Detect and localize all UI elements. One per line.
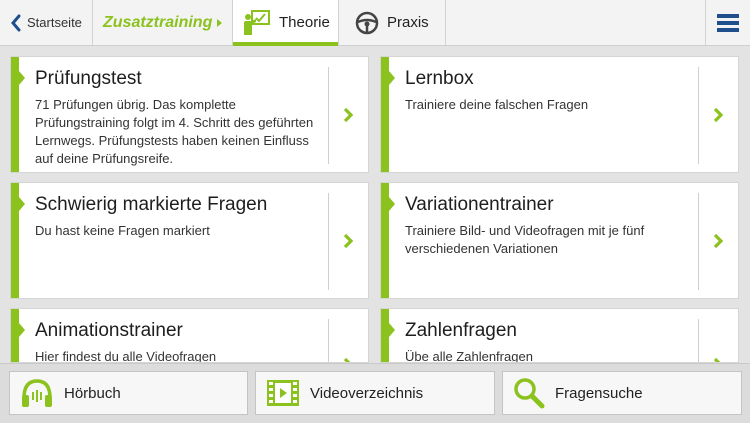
card-description: Übe alle Zahlenfragen — [405, 349, 533, 363]
top-navigation-bar: Startseite Zusatztraining Theorie Praxis — [0, 0, 750, 46]
card-animationstrainer[interactable]: Animationstrainer Hier findest du alle V… — [10, 308, 369, 363]
video-directory-button[interactable]: Videoverzeichnis — [255, 371, 495, 415]
bottom-toolbar: Hörbuch Videoverzeichnis Fragensuche — [0, 363, 750, 423]
card-accent-bar — [381, 57, 389, 172]
card-accent-bar — [381, 309, 389, 362]
chevron-right-icon — [713, 233, 724, 249]
card-divider — [698, 193, 699, 290]
card-title: Prüfungstest — [35, 68, 142, 89]
card-title: Zahlenfragen — [405, 320, 517, 341]
audiobook-label: Hörbuch — [64, 384, 121, 402]
card-description: Trainiere deine falschen Fragen — [405, 97, 589, 112]
headphones-icon — [22, 379, 52, 407]
divider — [445, 0, 446, 45]
card-zahlenfragen[interactable]: Zahlenfragen Übe alle Zahlenfragen — [380, 308, 739, 363]
card-accent-bar — [11, 57, 19, 172]
card-accent-notch — [19, 197, 25, 211]
teacher-board-icon — [244, 9, 270, 35]
card-accent-notch — [389, 197, 395, 211]
card-description: Trainiere Bild- und Videofragen mit je f… — [405, 223, 645, 256]
steering-wheel-icon — [355, 11, 379, 34]
card-schwierig-markierte-fragen[interactable]: Schwierig markierte Fragen Du hast keine… — [10, 182, 369, 299]
card-accent-notch — [19, 71, 25, 85]
chevron-right-icon — [713, 107, 724, 123]
caret-right-icon — [217, 18, 223, 27]
tab-theorie[interactable]: Theorie — [233, 0, 338, 46]
tab-praxis[interactable]: Praxis — [339, 0, 445, 45]
question-search-button[interactable]: Fragensuche — [502, 371, 742, 415]
breadcrumb-label: Zusatztraining — [103, 13, 213, 31]
menu-button[interactable] — [706, 0, 750, 45]
tab-theorie-label: Theorie — [279, 14, 330, 31]
card-divider — [698, 67, 699, 164]
card-lernbox[interactable]: Lernbox Trainiere deine falschen Fragen — [380, 56, 739, 173]
back-button[interactable]: Startseite — [0, 0, 92, 45]
audiobook-button[interactable]: Hörbuch — [9, 371, 248, 415]
card-accent-notch — [389, 323, 395, 337]
chevron-right-icon — [343, 107, 354, 123]
card-title: Schwierig markierte Fragen — [35, 194, 268, 215]
card-accent-notch — [19, 323, 25, 337]
card-variationentrainer[interactable]: Variationentrainer Trainiere Bild- und V… — [380, 182, 739, 299]
card-description: 71 Prüfungen übrig. Das komplette Prüfun… — [35, 97, 314, 166]
card-divider — [328, 193, 329, 290]
search-icon — [514, 378, 545, 409]
card-accent-bar — [11, 309, 19, 362]
question-search-label: Fragensuche — [555, 384, 643, 402]
card-title: Lernbox — [405, 68, 474, 89]
chevron-right-icon — [343, 233, 354, 249]
video-directory-label: Videoverzeichnis — [310, 384, 424, 402]
film-strip-icon — [267, 380, 299, 406]
card-accent-bar — [11, 183, 19, 298]
card-divider — [698, 319, 699, 362]
card-description: Du hast keine Fragen markiert — [35, 223, 210, 238]
back-label: Startseite — [27, 15, 82, 30]
card-title: Animationstrainer — [35, 320, 183, 341]
breadcrumb[interactable]: Zusatztraining — [93, 0, 232, 45]
card-pruefungstest[interactable]: Prüfungstest 71 Prüfungen übrig. Das kom… — [10, 56, 369, 173]
card-accent-bar — [381, 183, 389, 298]
card-accent-notch — [389, 71, 395, 85]
card-divider — [328, 67, 329, 164]
card-description: Hier findest du alle Videofragen — [35, 349, 217, 363]
chevron-left-icon — [11, 14, 21, 31]
card-title: Variationentrainer — [405, 194, 554, 215]
tab-praxis-label: Praxis — [387, 14, 429, 31]
card-divider — [328, 319, 329, 362]
hamburger-menu-icon — [717, 13, 739, 32]
